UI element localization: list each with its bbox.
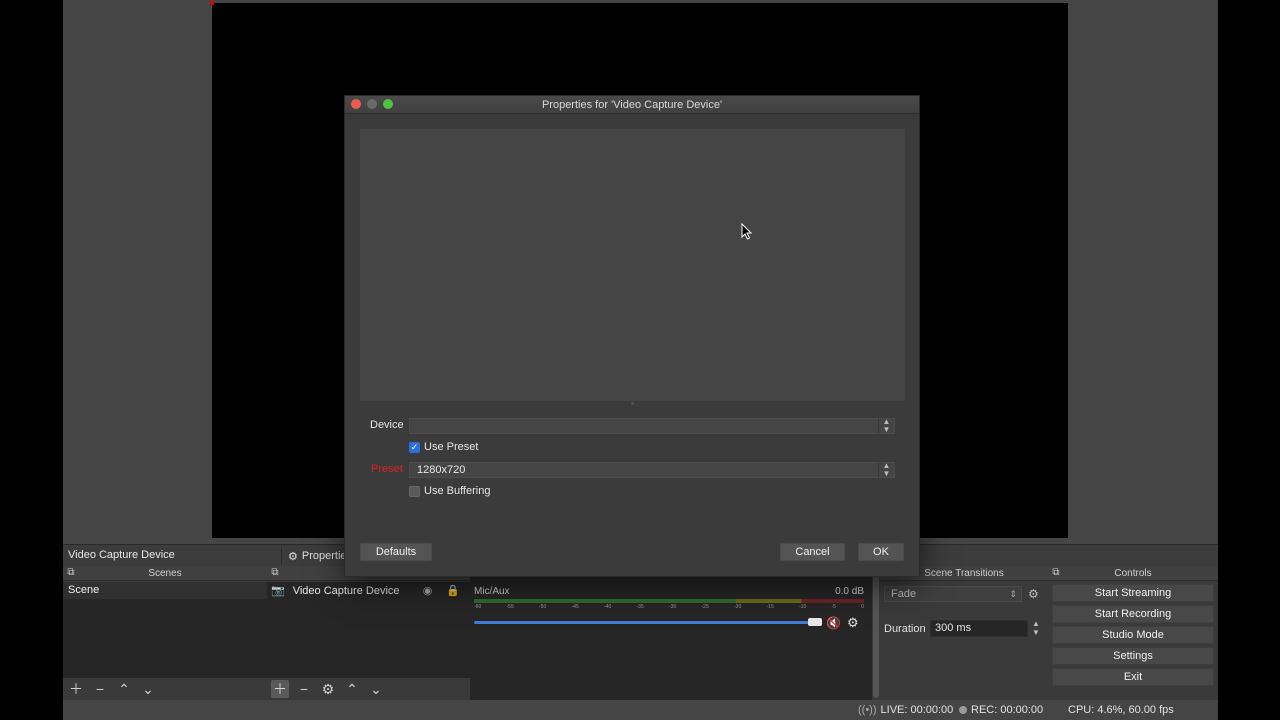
gear-icon[interactable]: ⚙: [1028, 587, 1039, 601]
add-source-button[interactable]: ＋: [271, 680, 289, 698]
scenes-dock-title: ⧉ Scenes: [63, 566, 267, 581]
record-dot-icon: [959, 706, 967, 714]
rec-status: REC: 00:00:00: [959, 704, 1043, 716]
scenes-dock: ⧉ Scenes Scene ＋ − ⌃ ⌄: [63, 566, 267, 700]
meter-tick: 0: [861, 604, 864, 610]
meter-scale: -60 -55 -50 -45 -40 -35 -30 -25 -20 -15 …: [474, 604, 864, 612]
move-scene-down-button[interactable]: ⌄: [139, 680, 157, 698]
device-select[interactable]: ▲ ▼: [409, 418, 895, 434]
move-source-up-button[interactable]: ⌃: [343, 680, 361, 698]
status-bar: ((•)) LIVE: 00:00:00 REC: 00:00:00 CPU: …: [63, 700, 1218, 720]
use-buffering-checkbox[interactable]: Use Buffering: [409, 485, 490, 497]
camera-icon: 📷: [271, 585, 285, 597]
mixer-scrollbar[interactable]: [872, 566, 880, 700]
meter-tick: -15: [766, 604, 774, 610]
cpu-status: CPU: 4.6%, 60.00 fps: [1068, 704, 1174, 716]
chevron-updown-icon: ▲ ▼: [878, 462, 894, 478]
meter-tick: -20: [734, 604, 742, 610]
undock-icon[interactable]: ⧉: [1051, 568, 1061, 578]
ok-button[interactable]: OK: [858, 543, 904, 561]
volume-meter: [474, 599, 864, 603]
source-item[interactable]: 📷 Video Capture Device ◉ 🔒: [267, 582, 470, 599]
preview-resize-handle[interactable]: [210, 1, 214, 5]
sources-toolbar: ＋ − ⚙ ⌃ ⌄: [267, 678, 470, 700]
properties-button[interactable]: ⚙ Properties: [281, 547, 353, 565]
gear-icon[interactable]: ⚙: [847, 615, 859, 631]
maximize-window-button[interactable]: [383, 99, 393, 109]
undock-icon[interactable]: ⧉: [270, 568, 280, 578]
scenes-toolbar: ＋ − ⌃ ⌄: [63, 678, 267, 700]
meter-tick: -40: [604, 604, 612, 610]
sources-list[interactable]: 📷 Video Capture Device ◉ 🔒: [267, 582, 470, 678]
defaults-button[interactable]: Defaults: [360, 543, 432, 561]
source-preview: [360, 129, 905, 401]
selected-source-label: Video Capture Device: [68, 549, 175, 561]
meter-tick: -25: [701, 604, 709, 610]
controls-dock-title: ⧉ Controls: [1048, 566, 1218, 581]
move-scene-up-button[interactable]: ⌃: [115, 680, 133, 698]
mixer-scrollbar-thumb[interactable]: [873, 568, 879, 698]
remove-scene-button[interactable]: −: [91, 680, 109, 698]
start-recording-button[interactable]: Start Recording: [1052, 605, 1214, 623]
scene-transitions-dock: Scene Transitions Fade ⇕ ⚙ Duration 300 …: [880, 566, 1048, 700]
mouse-cursor-icon: [741, 223, 753, 240]
meter-tick: -35: [636, 604, 644, 610]
start-streaming-button[interactable]: Start Streaming: [1052, 584, 1214, 602]
transition-select[interactable]: Fade ⇕: [884, 586, 1022, 602]
remove-source-button[interactable]: −: [295, 680, 313, 698]
move-source-down-button[interactable]: ⌄: [367, 680, 385, 698]
audio-mixer-dock: Mic/Aux 0.0 dB -60 -55 -50 -45 -40 -35 -…: [470, 566, 880, 700]
broadcast-icon: ((•)): [858, 704, 877, 716]
source-name: Video Capture Device: [292, 584, 400, 597]
controls-dock: ⧉ Controls Start Streaming Start Recordi…: [1048, 566, 1218, 700]
checkmark-icon[interactable]: ✓: [409, 441, 420, 453]
unchecked-box-icon[interactable]: [409, 485, 420, 497]
use-preset-checkbox[interactable]: ✓ Use Preset: [409, 441, 478, 453]
live-status: ((•)) LIVE: 00:00:00: [858, 704, 954, 716]
gear-icon: ⚙: [288, 550, 298, 563]
eye-icon[interactable]: ◉: [423, 584, 433, 597]
settings-button[interactable]: Settings: [1052, 647, 1214, 665]
chevron-updown-icon: ⇕: [1009, 589, 1017, 599]
chevron-updown-icon: ▲ ▼: [878, 418, 894, 434]
exit-button[interactable]: Exit: [1052, 668, 1214, 686]
properties-dialog: Properties for 'Video Capture Device' De…: [344, 95, 920, 577]
duration-stepper-icon[interactable]: ▲ ▼: [1032, 619, 1040, 637]
source-properties-button[interactable]: ⚙: [319, 680, 337, 698]
volume-slider[interactable]: [474, 618, 822, 626]
close-window-button[interactable]: [351, 99, 361, 109]
lock-icon[interactable]: 🔒: [446, 584, 460, 597]
controls-panel: Start Streaming Start Recording Studio M…: [1048, 582, 1218, 700]
scenes-list[interactable]: Scene: [63, 582, 267, 678]
transitions-panel: Fade ⇕ ⚙ Duration 300 ms ▲ ▼: [880, 582, 1048, 700]
speaker-muted-icon[interactable]: 🔇: [826, 616, 841, 630]
scene-item[interactable]: Scene: [63, 582, 267, 599]
meter-tick: -30: [669, 604, 677, 610]
minimize-window-button[interactable]: [367, 99, 377, 109]
splitter-handle[interactable]: [631, 402, 634, 405]
meter-tick: -5: [831, 604, 836, 610]
dialog-titlebar[interactable]: Properties for 'Video Capture Device': [345, 96, 919, 114]
studio-mode-button[interactable]: Studio Mode: [1052, 626, 1214, 644]
dialog-title: Properties for 'Video Capture Device': [541, 99, 723, 111]
mixer-channel-name: Mic/Aux: [474, 586, 510, 597]
meter-tick: -50: [539, 604, 547, 610]
sources-dock: ⧉ 📷 Video Capture Device ◉ 🔒 ＋ − ⚙ ⌃ ⌄: [267, 566, 470, 700]
cancel-button[interactable]: Cancel: [780, 543, 845, 561]
meter-tick: -60: [474, 604, 482, 610]
meter-tick: -45: [571, 604, 579, 610]
audio-mixer: Mic/Aux 0.0 dB -60 -55 -50 -45 -40 -35 -…: [470, 566, 880, 700]
preset-label: Preset: [371, 463, 403, 475]
volume-slider-handle[interactable]: [808, 618, 822, 626]
meter-tick: -10: [799, 604, 807, 610]
add-scene-button[interactable]: ＋: [67, 680, 85, 698]
preset-select[interactable]: 1280x720 ▲ ▼: [409, 462, 895, 478]
duration-label: Duration: [884, 623, 926, 635]
mixer-level-readout: 0.0 dB: [835, 586, 864, 597]
duration-input[interactable]: 300 ms: [930, 620, 1028, 637]
undock-icon[interactable]: ⧉: [66, 568, 76, 578]
meter-tick: -55: [506, 604, 514, 610]
device-label: Device: [370, 419, 404, 431]
